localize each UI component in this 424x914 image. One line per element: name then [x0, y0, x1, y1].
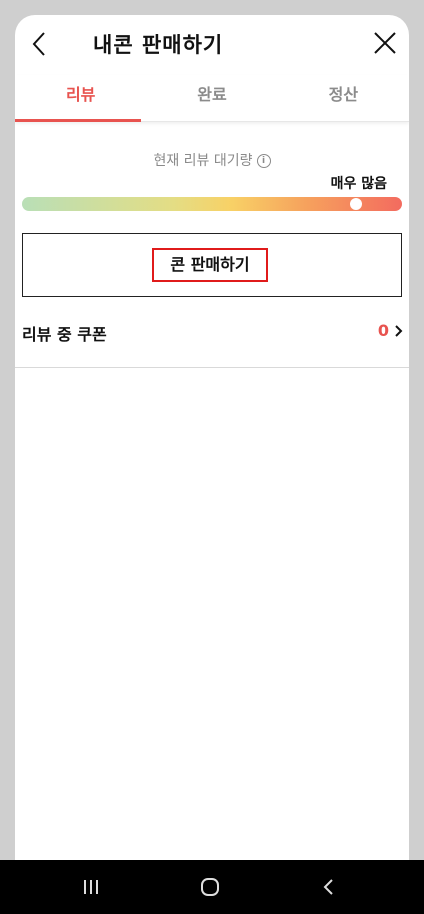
wait-level-text: 매우 많음	[330, 176, 387, 192]
active-tab-indicator	[15, 119, 141, 122]
review-wait-text: 현재 리뷰 대기량	[153, 153, 253, 169]
gauge-indicator	[350, 198, 363, 210]
review-coupons-row[interactable]: 리뷰 중 쿠폰 0	[15, 311, 409, 366]
chevron-left-icon[interactable]	[27, 29, 53, 59]
review-wait-label: 현재 리뷰 대기량 i	[15, 150, 409, 170]
chevron-right-icon	[395, 325, 403, 337]
tab-bar: 리뷰 완료 정산	[15, 75, 409, 122]
tab-review[interactable]: 리뷰	[15, 75, 146, 122]
info-icon[interactable]: i	[256, 154, 271, 168]
recent-apps-icon[interactable]	[82, 878, 100, 896]
divider	[15, 367, 409, 368]
sell-button-container: 콘 판매하기	[22, 233, 402, 297]
page-title: 내콘 판매하기	[93, 33, 224, 57]
tab-settlement[interactable]: 정산	[278, 75, 409, 121]
review-coupons-count: 0	[377, 321, 389, 340]
review-coupons-label: 리뷰 중 쿠폰	[22, 325, 107, 344]
system-navigation-bar	[0, 860, 424, 914]
tab-complete-label: 완료	[197, 85, 227, 104]
tab-review-label: 리뷰	[65, 85, 96, 104]
home-icon[interactable]	[200, 878, 220, 896]
tab-settlement-label: 정산	[328, 85, 359, 104]
back-icon[interactable]	[322, 878, 336, 896]
header: 내콘 판매하기	[15, 15, 409, 75]
close-icon[interactable]	[373, 31, 397, 55]
wait-gauge	[22, 197, 402, 211]
tab-complete[interactable]: 완료	[146, 75, 277, 121]
sell-coupon-button[interactable]: 콘 판매하기	[152, 248, 268, 282]
sell-coupon-sheet: 내콘 판매하기 리뷰 완료 정산 현재 리뷰 대기량 i 매우 많음 콘 판매하기…	[15, 15, 409, 865]
